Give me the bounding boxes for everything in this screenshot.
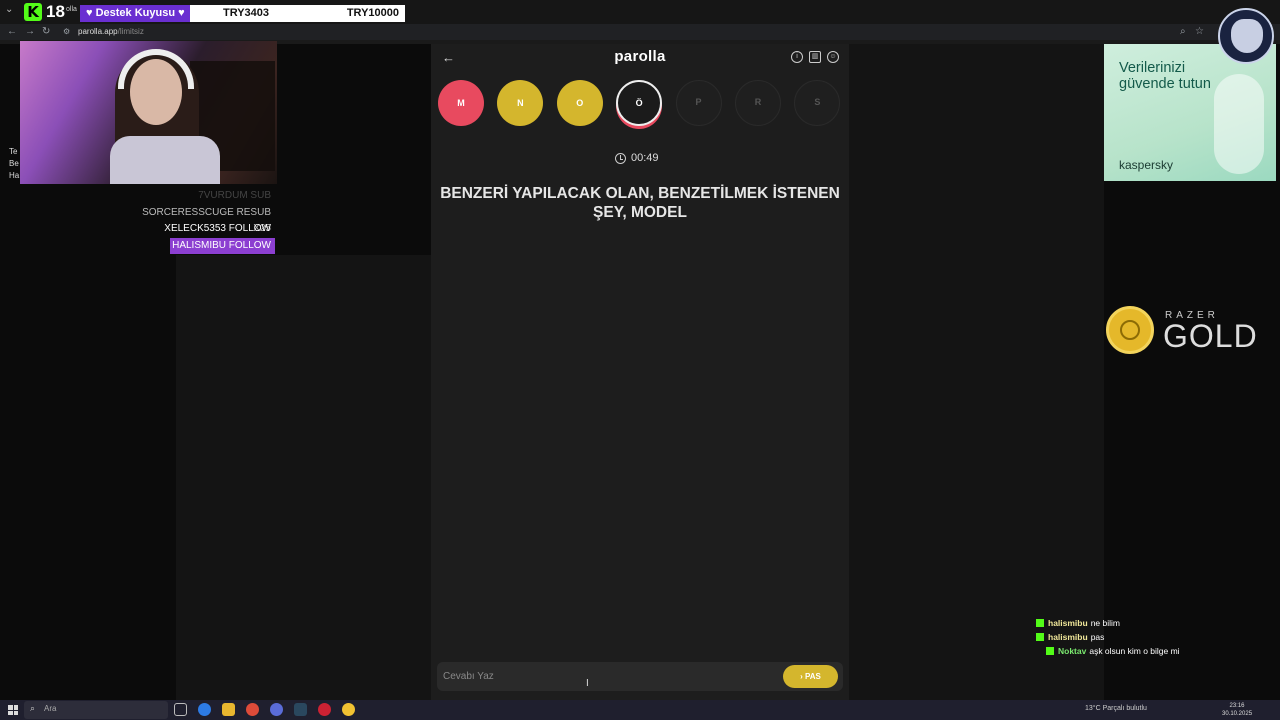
page-title: parolla: [614, 48, 666, 65]
headset: [118, 49, 194, 89]
right-panel: [849, 44, 1104, 700]
text-cursor-icon: I: [586, 678, 589, 689]
ad-illustration: [1214, 74, 1264, 174]
search-placeholder: Ara: [44, 704, 57, 713]
info-icon[interactable]: i: [791, 51, 803, 63]
chat-message: Noktav aşk olsun kim o bilge mi: [1036, 644, 1180, 658]
chat-text: pas: [1090, 632, 1105, 642]
chat-username: Noktav: [1058, 646, 1087, 656]
clock-icon: [615, 152, 626, 164]
letter-circle-active: Ö: [616, 80, 663, 126]
clipped-side-text: Te Be Ha: [9, 146, 19, 182]
url-host: parolla.app: [78, 27, 118, 36]
dragon-logo-icon: [1231, 19, 1263, 53]
bookmark-star-icon[interactable]: ☆: [1195, 26, 1204, 37]
forward-icon[interactable]: →: [25, 26, 35, 37]
donation-current: TRY3403: [190, 5, 302, 22]
task-view-icon[interactable]: [174, 703, 187, 716]
letter-circle-pending: S: [794, 80, 841, 126]
taskbar-apps: [174, 703, 355, 716]
system-clock[interactable]: 23:16 30.10.2025: [1222, 702, 1252, 718]
stream-overlay-bar: ⌄ K 18 olla ♥ Destek Kuyusu ♥ TRY3403 TR…: [0, 0, 1280, 24]
reload-icon[interactable]: ↻: [42, 26, 50, 37]
chrome-active-icon[interactable]: [342, 703, 355, 716]
alert-item-highlighted: HALISMIBU FOLLOW: [170, 237, 275, 254]
edge-icon[interactable]: [198, 703, 211, 716]
alert-item: SORCERESSCUGE RESUB X25: [142, 206, 271, 234]
razer-gold-label: GOLD: [1163, 318, 1258, 354]
letter-circle-passed: O: [556, 80, 603, 126]
channel-avatar: [1218, 8, 1274, 64]
left-panel: [176, 255, 432, 700]
chat-message: halismibu ne bilim: [1036, 616, 1180, 630]
weather-widget[interactable]: 13°C Parçalı bulutlu: [1085, 705, 1147, 712]
browser-toolbar: ← → ↻ ⚙ parolla.app/limitsiz ⌕ ☆: [0, 24, 1280, 40]
stats-icon[interactable]: ▥: [809, 51, 821, 63]
answer-input[interactable]: [443, 666, 773, 687]
chat-text: ne bilim: [1090, 618, 1120, 628]
kick-logo-icon: K: [24, 3, 42, 21]
letter-circle-pending: P: [675, 80, 722, 126]
chrome-icon[interactable]: [246, 703, 259, 716]
donation-target: TRY10000: [302, 5, 405, 22]
side-letter: Ha: [9, 171, 20, 180]
file-explorer-icon[interactable]: [222, 703, 235, 716]
profile-icon[interactable]: ☺: [827, 51, 839, 63]
zoom-icon[interactable]: ⌕: [1180, 26, 1186, 37]
pass-label: PAS: [805, 672, 821, 681]
back-icon[interactable]: ←: [7, 26, 17, 37]
side-letter: Te: [9, 147, 18, 156]
tab-text: olla: [66, 6, 77, 13]
letter-circle-wrong: M: [438, 80, 484, 126]
windows-taskbar: ⌕ Ara 13°C Parçalı bulutlu 23:16 30.10.2…: [0, 700, 1280, 720]
obs-icon[interactable]: [318, 703, 331, 716]
age-badge: 18: [46, 2, 65, 21]
ad-brand: kaspersky: [1119, 158, 1174, 172]
address-bar[interactable]: parolla.app/limitsiz: [78, 27, 144, 36]
kick-badge-icon: [1046, 647, 1054, 655]
chat-overlay: halismibu ne bilim halismibu pas Noktav aşk…: [1036, 616, 1180, 658]
chat-username: halismibu: [1048, 632, 1088, 642]
timer-value: 00:49: [631, 152, 659, 164]
question-text: BENZERİ YAPILACAK OLAN, BENZETİLMEK İSTE…: [440, 185, 840, 221]
streamer-body: [110, 136, 220, 184]
taskbar-search[interactable]: ⌕ Ara: [24, 701, 168, 719]
webcam-feed: [20, 41, 277, 184]
game-panel: [431, 44, 849, 700]
kaspersky-ad[interactable]: Verilerinizi güvende tutun kaspersky: [1104, 44, 1276, 181]
alerts-feed: 7VURDUM SUB SORCERESSCUGE RESUB X25 XELE…: [130, 188, 275, 254]
alert-item: 7VURDUM SUB: [198, 190, 271, 201]
chat-text: aşk olsun kim o bilge mi: [1089, 646, 1180, 656]
windows-start-icon[interactable]: [8, 705, 18, 715]
razer-coin-icon: [1106, 306, 1154, 354]
kick-badge-icon: [1036, 633, 1044, 641]
chat-message: halismibu pas: [1036, 630, 1180, 644]
search-icon: ⌕: [30, 703, 36, 713]
letter-circle-pending: R: [734, 80, 781, 126]
site-info-icon[interactable]: ⚙: [63, 27, 70, 36]
url-path: /limitsiz: [117, 27, 144, 36]
discord-icon[interactable]: [270, 703, 283, 716]
pass-button[interactable]: › PAS: [783, 665, 838, 688]
razer-snake-icon: [1120, 320, 1140, 340]
alert-item: XELECK5353 FOLLOW: [164, 223, 271, 235]
clock-date: 30.10.2025: [1222, 711, 1253, 717]
side-letter: Be: [9, 159, 19, 168]
clock-time: 23:16: [1229, 703, 1245, 709]
donation-goal-label: ♥ Destek Kuyusu ♥: [80, 5, 190, 22]
steam-icon[interactable]: [294, 703, 307, 716]
countdown-timer: 00:49: [615, 152, 659, 164]
kick-badge-icon: [1036, 619, 1044, 627]
header-actions: i ▥ ☺: [791, 51, 839, 63]
back-arrow-icon[interactable]: ←: [442, 50, 455, 65]
letter-circle-passed: N: [497, 80, 544, 126]
answer-bar: › PAS: [437, 662, 843, 691]
chevron-down-icon[interactable]: ⌄: [5, 4, 18, 20]
ad-headline: Verilerinizi güvende tutun: [1119, 60, 1211, 92]
chat-username: halismibu: [1048, 618, 1088, 628]
letter-track: M N O Ö P R S: [438, 80, 842, 126]
